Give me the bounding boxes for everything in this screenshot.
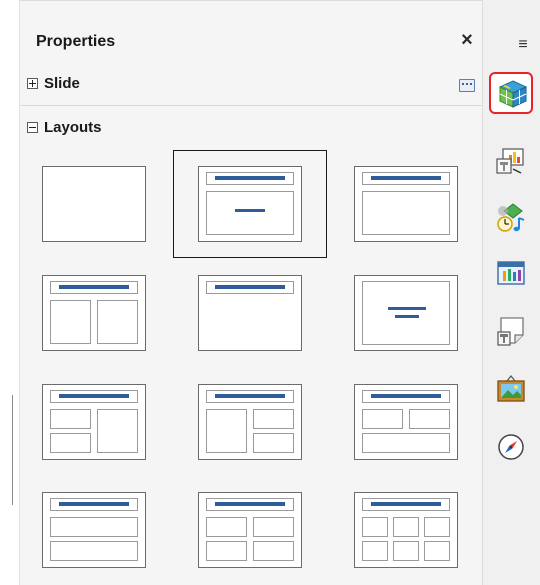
section-layouts-label: Layouts (44, 119, 102, 136)
layout-title-placeholder (50, 498, 138, 511)
layout-content-placeholder (206, 191, 294, 235)
layout-title-bar (215, 394, 285, 398)
layout-title-placeholder (50, 281, 138, 294)
layout-title-placeholder (362, 498, 450, 511)
layout-text-bar (235, 209, 265, 212)
layout-title-four-content[interactable] (198, 492, 302, 568)
layout-content-2 (253, 517, 294, 537)
layout-title-content[interactable] (198, 166, 302, 242)
layout-title-only-top[interactable] (198, 275, 302, 351)
more-options-button[interactable] (459, 79, 475, 92)
layout-text-bar (388, 307, 426, 310)
properties-tab-button[interactable] (489, 72, 533, 114)
layout-centered-text[interactable] (354, 275, 458, 351)
layout-content-left (206, 409, 247, 453)
slide-transition-icon (496, 148, 524, 174)
layout-content-bottom (362, 433, 450, 453)
layout-title-bar (215, 285, 285, 289)
sidebar-window: Properties × Slide Layouts ≡ (0, 0, 540, 585)
layout-title-placeholder (362, 390, 450, 403)
layout-content-top-left (362, 409, 403, 429)
panel-titlebar: Properties × (20, 23, 483, 57)
layout-content-3 (424, 517, 450, 537)
section-slide[interactable]: Slide (20, 68, 483, 102)
layout-content-right-bottom (253, 433, 294, 453)
close-button[interactable]: × (457, 29, 477, 51)
layout-content-4 (362, 541, 388, 561)
layout-content-placeholder (362, 191, 450, 235)
layout-content-1 (206, 517, 247, 537)
layout-content-right-top (253, 409, 294, 429)
layout-title-bar (215, 502, 285, 506)
layout-text-bar (395, 315, 419, 318)
layout-content-3 (206, 541, 247, 561)
layout-title-two-stacked[interactable] (42, 492, 146, 568)
layout-title-placeholder (206, 390, 294, 403)
styles-tab-button[interactable] (489, 310, 533, 352)
layout-content-left (50, 300, 91, 344)
gallery-icon (497, 375, 525, 402)
layout-title-bar (371, 176, 441, 180)
panel-title: Properties (36, 33, 116, 50)
layout-title-only[interactable] (354, 166, 458, 242)
master-slides-tab-button[interactable] (489, 252, 533, 294)
layout-content-top (50, 517, 138, 537)
layout-title-bar (215, 176, 285, 180)
section-divider (20, 105, 483, 106)
layout-content-top-right (409, 409, 450, 429)
layout-content-5 (393, 541, 419, 561)
styles-icon (497, 317, 524, 346)
layout-title-placeholder (362, 172, 450, 185)
layout-content-right (97, 409, 138, 453)
animation-icon (497, 203, 525, 232)
layout-content-right (97, 300, 138, 344)
section-slide-label: Slide (44, 75, 80, 92)
master-slides-icon (497, 261, 525, 285)
properties-cube-icon (498, 80, 528, 108)
layout-title-bar (371, 394, 441, 398)
layout-title-bar (59, 502, 129, 506)
layout-content-6 (424, 541, 450, 561)
gallery-tab-button[interactable] (489, 368, 533, 410)
layout-title-bar (371, 502, 441, 506)
layout-content-left-top (50, 409, 91, 429)
slide-pane-edge (12, 395, 13, 505)
layout-title-placeholder (206, 498, 294, 511)
section-layouts[interactable]: Layouts (20, 112, 483, 146)
layout-title-placeholder (50, 390, 138, 403)
layout-title-bar (59, 394, 129, 398)
sidebar-tab-bar: ≡ (482, 0, 540, 585)
layout-content-1 (362, 517, 388, 537)
layout-content-placeholder (362, 281, 450, 345)
layout-content-2 (393, 517, 419, 537)
layout-content-bottom (50, 541, 138, 561)
navigator-tab-button[interactable] (489, 426, 533, 468)
layout-title-content-two[interactable] (42, 384, 146, 460)
slide-transition-tab-button[interactable] (489, 140, 533, 182)
layout-blank[interactable] (42, 166, 146, 242)
animation-tab-button[interactable] (489, 196, 533, 238)
navigator-icon (498, 434, 524, 460)
layout-title-bar (59, 285, 129, 289)
layout-content-left-bottom (50, 433, 91, 453)
layout-title-six-content[interactable] (354, 492, 458, 568)
collapse-icon[interactable] (27, 122, 38, 133)
layout-title-two-content-top-wide[interactable] (354, 384, 458, 460)
expand-icon[interactable] (27, 78, 38, 89)
layout-title-two-content[interactable] (42, 275, 146, 351)
sidebar-menu-icon[interactable]: ≡ (515, 36, 531, 54)
layout-title-two-content-right[interactable] (198, 384, 302, 460)
layout-content-4 (253, 541, 294, 561)
layout-title-placeholder (206, 172, 294, 185)
layout-title-placeholder (206, 281, 294, 294)
